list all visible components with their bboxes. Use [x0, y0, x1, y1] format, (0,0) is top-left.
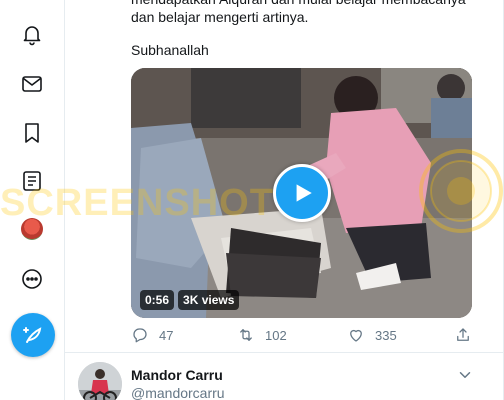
tweet-actions: 47 102 335: [131, 326, 476, 348]
user-name[interactable]: Mandor Carru: [131, 367, 223, 383]
envelope-icon[interactable]: [20, 72, 44, 96]
list-icon[interactable]: [20, 169, 44, 193]
tweet-text-line: dan belajar mengerti artinya.: [131, 9, 309, 25]
video-badges: 0:56 3K views: [140, 290, 240, 310]
avatar-photo: [78, 362, 122, 400]
play-icon: [296, 184, 312, 202]
video-views: 3K views: [178, 290, 240, 310]
video-duration: 0:56: [140, 290, 175, 310]
left-nav-rail: [0, 0, 64, 400]
heart-icon: [350, 329, 362, 342]
reply-count: 47: [159, 327, 174, 343]
more-icon[interactable]: [20, 267, 44, 291]
reply-button[interactable]: 47: [131, 326, 173, 344]
play-button[interactable]: [273, 164, 331, 222]
share-icon: [457, 328, 469, 341]
retweet-count: 102: [265, 327, 287, 343]
next-tweet-header: Mandor Carru @mandorcarru: [78, 362, 478, 400]
like-button[interactable]: 335: [347, 326, 397, 344]
retweet-button[interactable]: 102: [237, 326, 287, 344]
chevron-down-icon[interactable]: [456, 366, 474, 384]
compose-tweet-button[interactable]: [11, 313, 55, 357]
tweet-text-line: Subhanallah: [131, 42, 209, 58]
tweet-divider: [65, 352, 503, 353]
feather-plus-icon: [23, 327, 42, 343]
user-handle: @mandorcarru: [131, 385, 225, 400]
tweet-video[interactable]: 0:56 3K views: [131, 68, 472, 318]
share-button[interactable]: [454, 326, 472, 344]
bookmark-icon[interactable]: [20, 121, 44, 145]
like-count: 335: [375, 327, 397, 343]
bell-icon[interactable]: [20, 22, 44, 46]
profile-avatar[interactable]: [21, 218, 43, 240]
avatar[interactable]: [78, 362, 122, 400]
rail-divider: [64, 0, 65, 400]
retweet-icon: [240, 329, 252, 341]
reply-icon: [133, 328, 147, 343]
